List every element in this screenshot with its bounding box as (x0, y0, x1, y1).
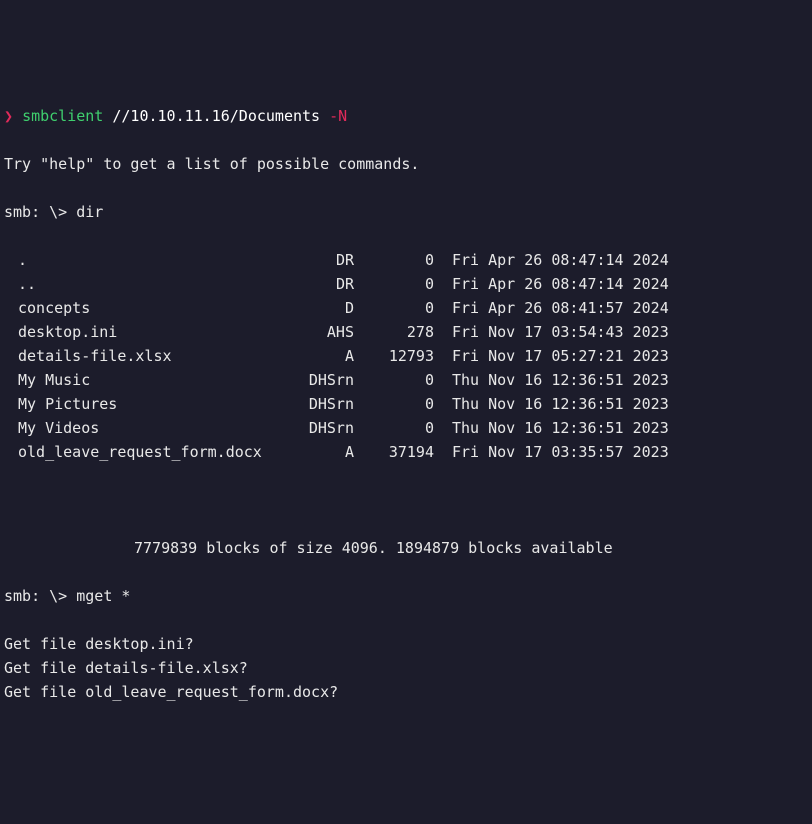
file-name: details-file.xlsx (4, 344, 274, 368)
smb-prompt: smb: \> (4, 203, 67, 221)
file-date: Fri Apr 26 08:47:14 2024 (434, 248, 669, 272)
blocks-info: 7779839 blocks of size 4096. 1894879 blo… (4, 536, 808, 560)
listing-row: ..DR0Fri Apr 26 08:47:14 2024 (4, 272, 808, 296)
get-file-prompts: Get file desktop.ini?Get file details-fi… (4, 632, 808, 704)
smb-prompt-2: smb: \> (4, 587, 67, 605)
file-attributes: DHSrn (274, 368, 354, 392)
file-date: Fri Nov 17 05:27:21 2023 (434, 344, 669, 368)
file-name: old_leave_request_form.docx (4, 440, 274, 464)
file-name: My Pictures (4, 392, 274, 416)
dir-command: dir (76, 203, 103, 221)
file-size: 0 (354, 368, 434, 392)
file-size: 0 (354, 272, 434, 296)
file-attributes: AHS (274, 320, 354, 344)
listing-row: My MusicDHSrn0Thu Nov 16 12:36:51 2023 (4, 368, 808, 392)
file-date: Fri Apr 26 08:47:14 2024 (434, 272, 669, 296)
get-file-prompt[interactable]: Get file old_leave_request_form.docx? (4, 680, 808, 704)
prompt-symbol: ❯ (4, 107, 13, 125)
file-attributes: D (274, 296, 354, 320)
file-size: 278 (354, 320, 434, 344)
file-size: 12793 (354, 344, 434, 368)
listing-row: .DR0Fri Apr 26 08:47:14 2024 (4, 248, 808, 272)
file-date: Fri Nov 17 03:35:57 2023 (434, 440, 669, 464)
mget-command: mget * (76, 587, 130, 605)
listing-row: My PicturesDHSrn0Thu Nov 16 12:36:51 202… (4, 392, 808, 416)
file-attributes: DHSrn (274, 416, 354, 440)
file-date: Fri Nov 17 03:54:43 2023 (434, 320, 669, 344)
file-name: . (4, 248, 274, 272)
command-name: smbclient (22, 107, 103, 125)
file-name: desktop.ini (4, 320, 274, 344)
file-name: .. (4, 272, 274, 296)
file-name: My Videos (4, 416, 274, 440)
file-date: Thu Nov 16 12:36:51 2023 (434, 392, 669, 416)
file-name: My Music (4, 368, 274, 392)
file-size: 0 (354, 392, 434, 416)
file-attributes: A (274, 440, 354, 464)
command-line[interactable]: ❯ smbclient //10.10.11.16/Documents -N (4, 104, 808, 128)
help-message: Try "help" to get a list of possible com… (4, 152, 808, 176)
file-size: 37194 (354, 440, 434, 464)
listing-row: conceptsD0Fri Apr 26 08:41:57 2024 (4, 296, 808, 320)
get-file-prompt[interactable]: Get file desktop.ini? (4, 632, 808, 656)
file-attributes: DR (274, 272, 354, 296)
directory-listing: .DR0Fri Apr 26 08:47:14 2024..DR0Fri Apr… (4, 248, 808, 464)
file-attributes: DHSrn (274, 392, 354, 416)
command-target: //10.10.11.16/Documents (112, 107, 320, 125)
file-attributes: A (274, 344, 354, 368)
get-file-prompt[interactable]: Get file details-file.xlsx? (4, 656, 808, 680)
smb-dir-line[interactable]: smb: \> dir (4, 200, 808, 224)
command-flag: -N (329, 107, 347, 125)
listing-row: old_leave_request_form.docxA37194Fri Nov… (4, 440, 808, 464)
file-date: Thu Nov 16 12:36:51 2023 (434, 416, 669, 440)
file-name: concepts (4, 296, 274, 320)
blank-line (4, 488, 808, 512)
smb-mget-line[interactable]: smb: \> mget * (4, 584, 808, 608)
file-date: Fri Apr 26 08:41:57 2024 (434, 296, 669, 320)
listing-row: desktop.iniAHS278Fri Nov 17 03:54:43 202… (4, 320, 808, 344)
listing-row: details-file.xlsxA12793Fri Nov 17 05:27:… (4, 344, 808, 368)
file-attributes: DR (274, 248, 354, 272)
file-size: 0 (354, 296, 434, 320)
listing-row: My VideosDHSrn0Thu Nov 16 12:36:51 2023 (4, 416, 808, 440)
file-size: 0 (354, 416, 434, 440)
file-size: 0 (354, 248, 434, 272)
file-date: Thu Nov 16 12:36:51 2023 (434, 368, 669, 392)
